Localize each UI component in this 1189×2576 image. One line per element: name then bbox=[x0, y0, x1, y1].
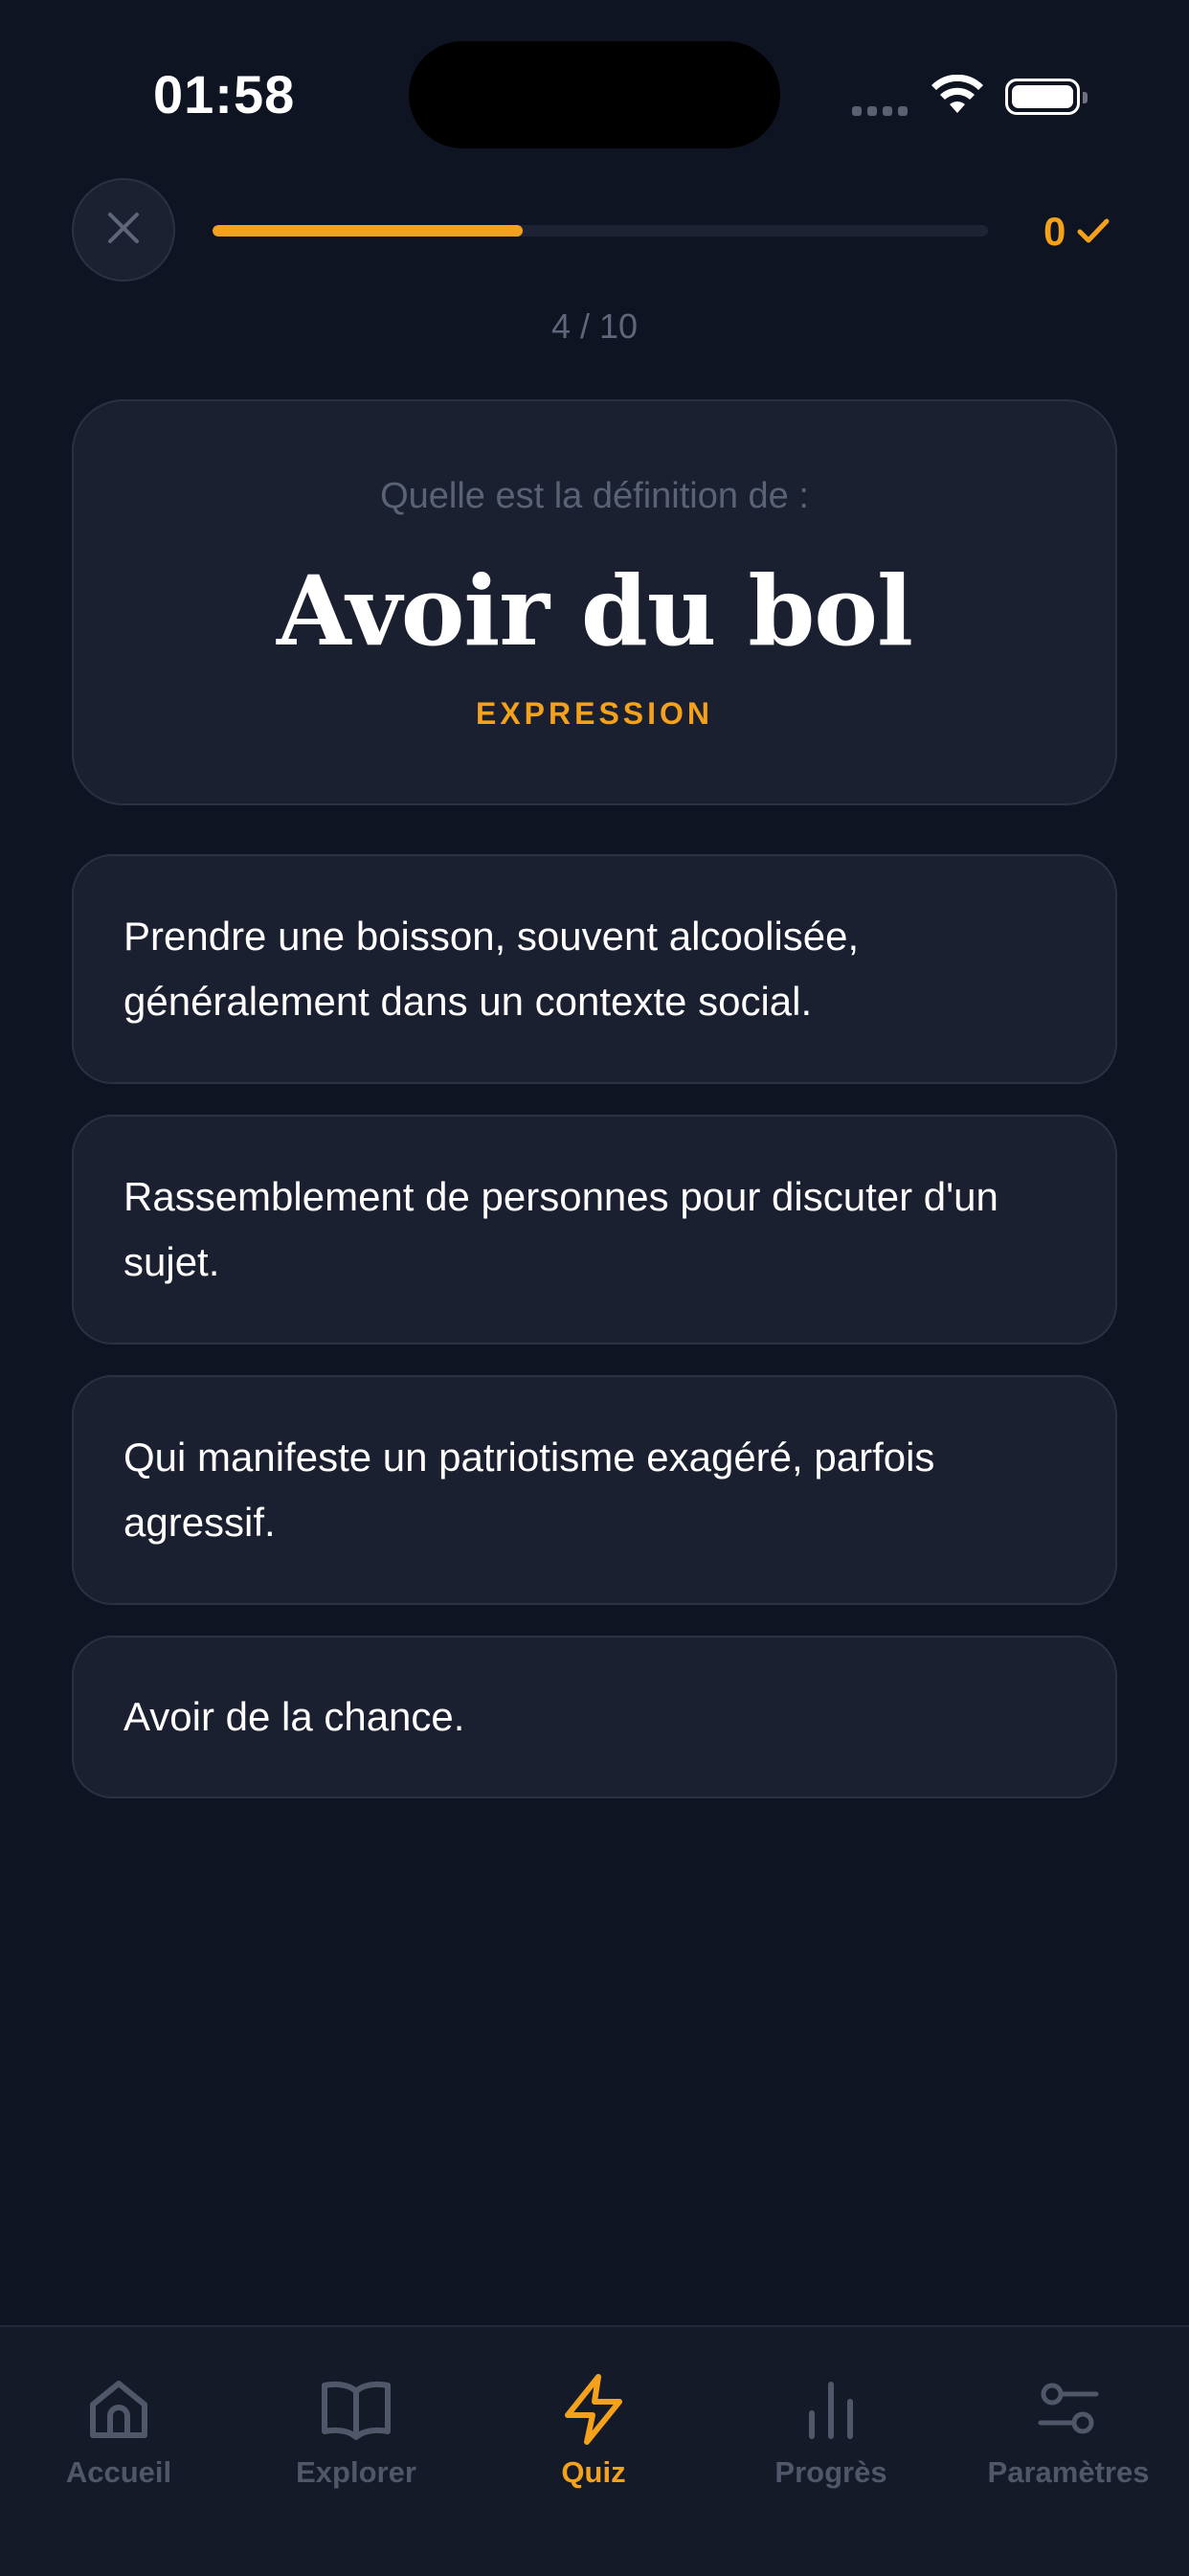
dynamic-island bbox=[409, 41, 780, 148]
question-prompt: Quelle est la définition de : bbox=[380, 476, 809, 516]
close-icon bbox=[106, 211, 141, 250]
status-time: 01:58 bbox=[153, 64, 296, 124]
tab-label: Quiz bbox=[561, 2455, 626, 2489]
tab-progres[interactable]: Progrès bbox=[712, 2373, 950, 2490]
quiz-progress-bar bbox=[213, 225, 988, 237]
cellular-signal-icon bbox=[852, 103, 913, 121]
answer-option-3[interactable]: Qui manifeste un patriotisme exagéré, pa… bbox=[72, 1375, 1117, 1605]
bar-chart-icon bbox=[712, 2373, 950, 2446]
home-icon bbox=[0, 2373, 237, 2446]
book-icon bbox=[237, 2373, 475, 2446]
question-card: Quelle est la définition de : Avoir du b… bbox=[72, 399, 1117, 805]
tab-accueil[interactable]: Accueil bbox=[0, 2373, 237, 2490]
score-value: 0 bbox=[1043, 209, 1066, 254]
bolt-icon bbox=[475, 2373, 712, 2446]
answer-text: Prendre une boisson, souvent alcoolisée,… bbox=[123, 914, 860, 1024]
battery-icon bbox=[1005, 79, 1088, 115]
answer-text: Avoir de la chance. bbox=[123, 1694, 465, 1739]
sliders-icon bbox=[950, 2373, 1187, 2446]
tab-label: Progrès bbox=[774, 2455, 887, 2489]
quiz-progress-fill bbox=[213, 225, 523, 237]
answer-text: Qui manifeste un patriotisme exagéré, pa… bbox=[123, 1435, 935, 1545]
tab-bar: Accueil Explorer Quiz Progrès Paramètres bbox=[0, 2325, 1189, 2576]
close-button[interactable] bbox=[72, 178, 175, 282]
answer-text: Rassemblement de personnes pour discuter… bbox=[123, 1174, 998, 1284]
status-bar: 01:58 bbox=[0, 0, 1189, 192]
tab-label: Paramètres bbox=[987, 2455, 1150, 2489]
check-icon bbox=[1077, 209, 1110, 255]
score-indicator: 0 bbox=[1043, 205, 1110, 259]
answer-option-2[interactable]: Rassemblement de personnes pour discuter… bbox=[72, 1115, 1117, 1344]
question-word: Avoir du bol bbox=[277, 554, 913, 667]
answer-option-1[interactable]: Prendre une boisson, souvent alcoolisée,… bbox=[72, 854, 1117, 1084]
tab-explorer[interactable]: Explorer bbox=[237, 2373, 475, 2490]
tab-parametres[interactable]: Paramètres bbox=[950, 2373, 1187, 2490]
question-type-label: EXPRESSION bbox=[475, 696, 714, 731]
wifi-icon bbox=[931, 74, 984, 120]
tab-label: Accueil bbox=[65, 2455, 172, 2489]
answer-option-4[interactable]: Avoir de la chance. bbox=[72, 1636, 1117, 1798]
tab-quiz[interactable]: Quiz bbox=[475, 2373, 712, 2490]
question-counter: 4 / 10 bbox=[550, 306, 639, 346]
tab-label: Explorer bbox=[296, 2455, 416, 2489]
